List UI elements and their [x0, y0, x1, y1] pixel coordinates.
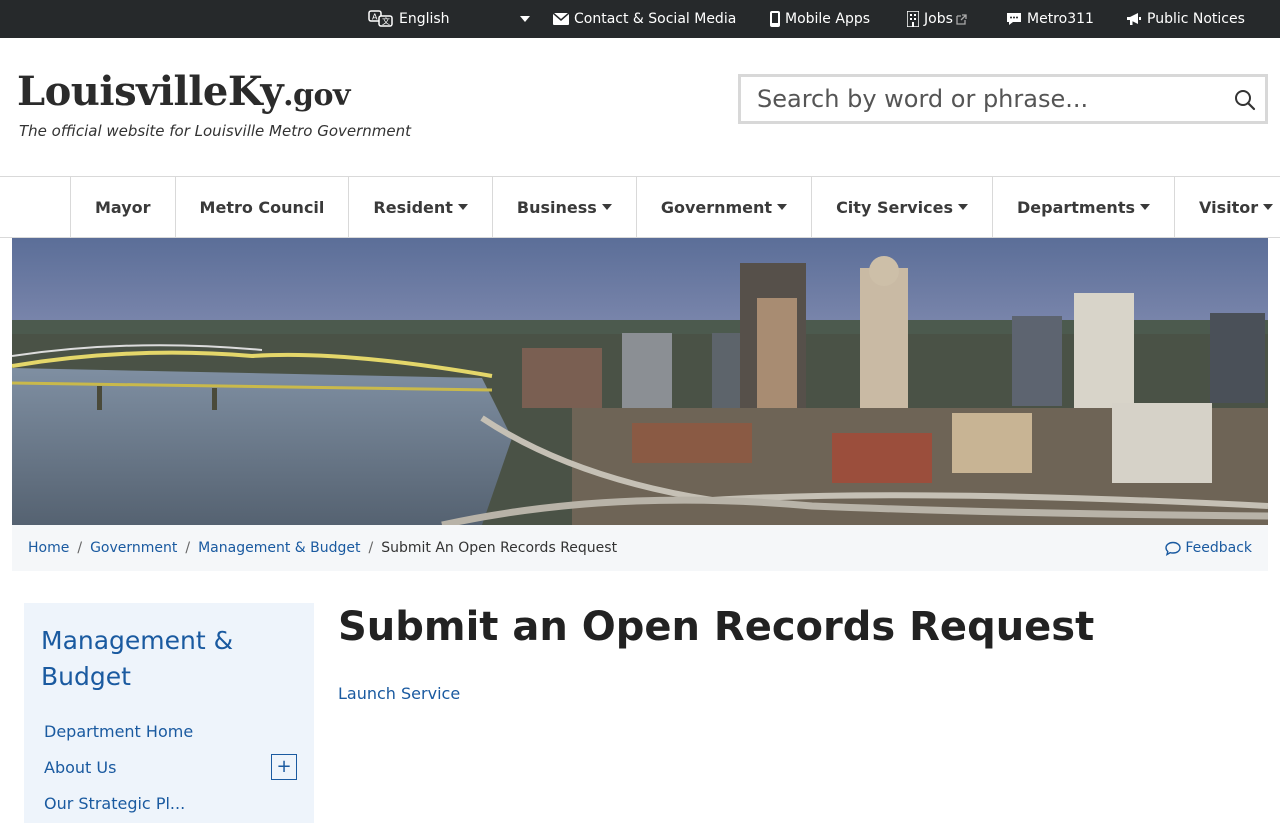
- sidebar-item-about-us[interactable]: About Us: [44, 758, 116, 777]
- chat-bubble-icon: [1007, 13, 1021, 25]
- search-icon: [1235, 90, 1256, 111]
- search-input[interactable]: [741, 77, 1221, 121]
- public-notices-link[interactable]: Public Notices: [1126, 0, 1245, 38]
- nav-item-mayor[interactable]: Mayor: [71, 177, 176, 237]
- sidebar-title[interactable]: Management & Budget: [41, 623, 281, 695]
- metro311-label: Metro311: [1027, 11, 1094, 27]
- jobs-label: Jobs: [924, 11, 953, 27]
- feedback-link[interactable]: Feedback: [1165, 525, 1252, 571]
- breadcrumb-home[interactable]: Home: [28, 540, 69, 556]
- language-label: English: [399, 11, 450, 27]
- megaphone-icon: [1127, 13, 1141, 25]
- chevron-down-icon: [1263, 204, 1274, 210]
- nav-item-business[interactable]: Business: [493, 177, 637, 237]
- jobs-link[interactable]: Jobs: [907, 0, 972, 38]
- logo-suffix: .gov: [283, 78, 350, 113]
- nav-label: Resident: [373, 197, 453, 217]
- nav-item-resident[interactable]: Resident: [349, 177, 493, 237]
- chevron-down-icon: [601, 204, 612, 210]
- sidebar-item-strategic-plan[interactable]: Our Strategic Pl...: [44, 794, 185, 813]
- breadcrumb: Home / Government / Management & Budget …: [28, 525, 617, 571]
- chevron-down-icon: [777, 204, 788, 210]
- public-notices-label: Public Notices: [1147, 11, 1245, 27]
- metro311-link[interactable]: Metro311: [1006, 0, 1094, 38]
- breadcrumb-management[interactable]: Management & Budget: [198, 540, 360, 556]
- breadcrumb-bar: Home / Government / Management & Budget …: [12, 525, 1268, 571]
- chevron-down-icon: [520, 16, 530, 22]
- sidebar: Management & Budget Department Home Abou…: [24, 603, 314, 823]
- chevron-down-icon: [457, 204, 468, 210]
- site-logo[interactable]: LouisvilleKy.gov: [17, 70, 350, 118]
- logo-main: LouisvilleKy: [17, 68, 284, 115]
- expand-button[interactable]: +: [271, 754, 297, 780]
- nav-label: Mayor: [95, 197, 151, 217]
- nav-label: Business: [516, 197, 597, 217]
- main-nav: Mayor Metro Council Resident Business Go…: [0, 176, 1280, 238]
- chevron-down-icon: [1140, 204, 1150, 210]
- nav-label: City Services: [836, 197, 953, 217]
- search-button[interactable]: [1233, 88, 1257, 112]
- contact-label: Contact & Social Media: [574, 11, 737, 27]
- nav-list: Mayor Metro Council Resident Business Go…: [70, 177, 1280, 237]
- hero-banner: [12, 238, 1268, 525]
- mobile-apps-link[interactable]: Mobile Apps: [770, 0, 870, 38]
- breadcrumb-current: Submit An Open Records Request: [381, 540, 618, 556]
- nav-label: Visitor: [1199, 197, 1259, 217]
- city-skyline-image: [12, 238, 1268, 525]
- feedback-label: Feedback: [1185, 540, 1252, 556]
- launch-service-link[interactable]: Launch Service: [338, 684, 460, 703]
- nav-item-city-services[interactable]: City Services: [812, 177, 993, 237]
- nav-label: Government: [660, 197, 773, 217]
- page-title: Submit an Open Records Request: [338, 604, 1095, 650]
- nav-item-visitor[interactable]: Visitor: [1175, 177, 1280, 237]
- utility-bar: A 文 English Contact & Social Media Mobil…: [0, 0, 1280, 38]
- breadcrumb-separator: /: [185, 540, 191, 556]
- chevron-down-icon: [957, 204, 968, 210]
- nav-label: Metro Council: [199, 197, 325, 217]
- mobile-apps-label: Mobile Apps: [785, 11, 871, 27]
- nav-item-metro-council[interactable]: Metro Council: [176, 177, 350, 237]
- building-icon: [907, 11, 919, 27]
- svg-text:A: A: [372, 13, 378, 22]
- sidebar-item-department-home[interactable]: Department Home: [44, 722, 193, 741]
- speech-bubble-icon: [1165, 541, 1182, 556]
- translate-icon: A 文: [368, 10, 393, 27]
- envelope-icon: [553, 13, 569, 25]
- breadcrumb-government[interactable]: Government: [90, 540, 177, 556]
- phone-icon: [770, 11, 780, 27]
- breadcrumb-separator: /: [368, 540, 374, 556]
- language-select[interactable]: A 文 English: [368, 0, 532, 38]
- contact-link[interactable]: Contact & Social Media: [553, 0, 736, 38]
- nav-item-government[interactable]: Government: [637, 177, 813, 237]
- search-box: [738, 74, 1268, 124]
- external-link-icon: [956, 13, 967, 25]
- svg-text:文: 文: [382, 16, 390, 26]
- nav-item-departments[interactable]: Departments: [993, 177, 1175, 237]
- nav-label: Departments: [1016, 197, 1135, 217]
- site-tagline: The official website for Louisville Metr…: [19, 122, 412, 140]
- breadcrumb-separator: /: [77, 540, 83, 556]
